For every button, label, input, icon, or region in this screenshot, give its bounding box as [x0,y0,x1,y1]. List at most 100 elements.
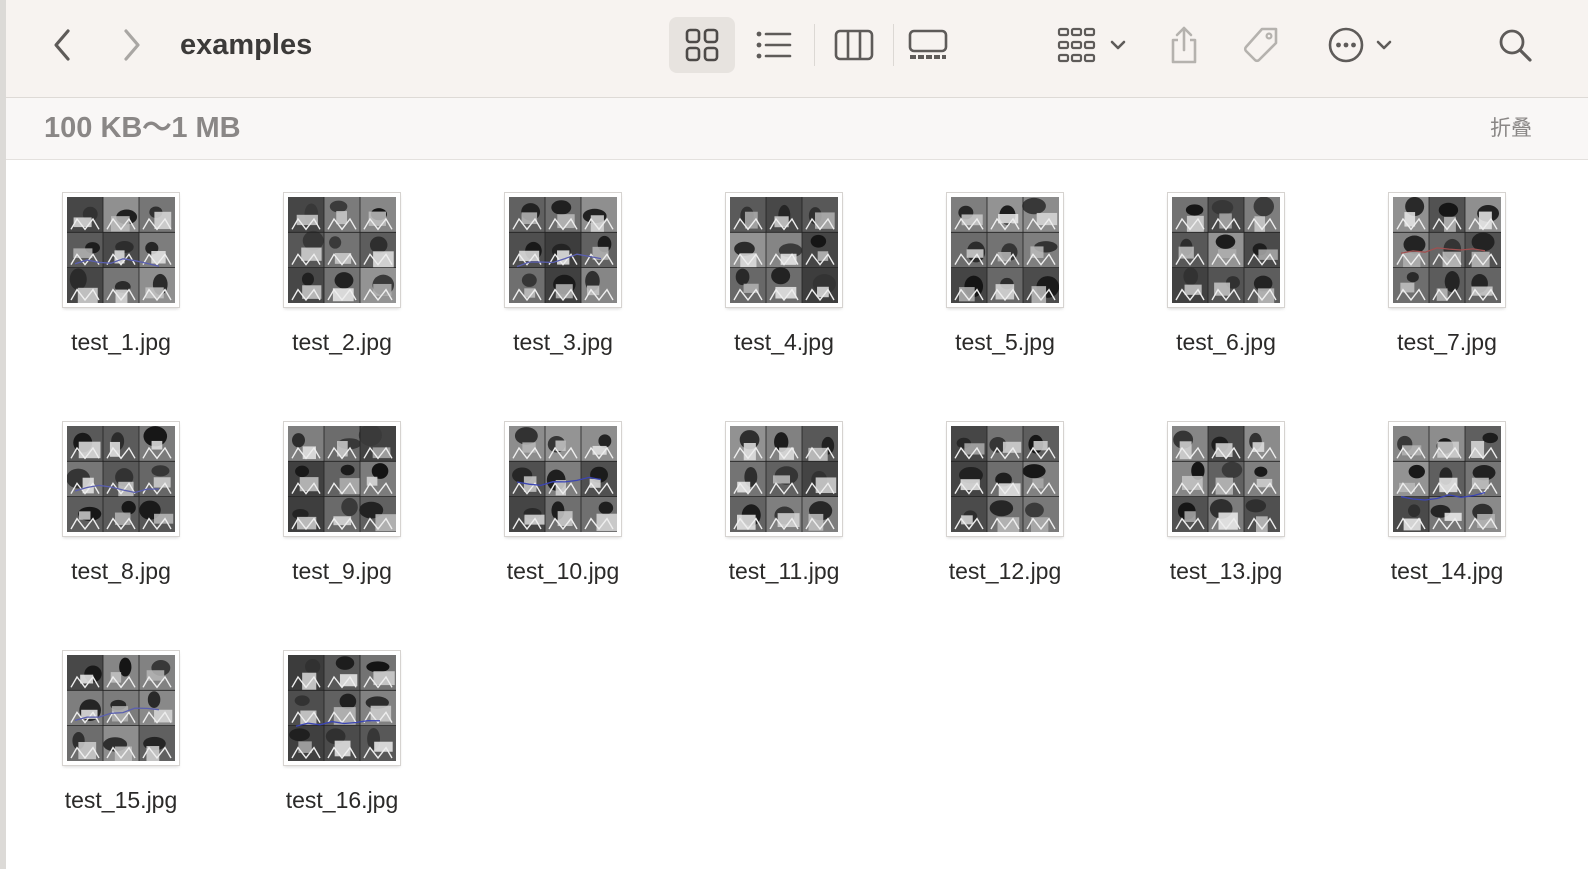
chevron-down-icon [1376,40,1392,50]
file-name-label[interactable]: test_2.jpg [242,328,442,356]
file-item[interactable]: test_7.jpg [1347,160,1547,360]
file-thumbnail[interactable] [284,651,400,765]
file-item[interactable]: test_12.jpg [905,389,1105,589]
file-thumbnail[interactable] [63,422,179,536]
file-thumbnail[interactable] [1389,422,1505,536]
more-actions-button[interactable] [1320,22,1400,68]
thumbnail-image [288,197,396,303]
thumbnail-content [288,197,396,303]
tag-button[interactable] [1238,22,1284,68]
file-item[interactable]: test_6.jpg [1126,160,1326,360]
column-view-button[interactable] [828,22,880,68]
file-thumbnail[interactable] [63,651,179,765]
thumbnail-content [951,426,1059,532]
file-name-label[interactable]: test_3.jpg [463,328,663,356]
file-item[interactable]: test_4.jpg [684,160,884,360]
file-name-label[interactable]: test_8.jpg [21,557,221,585]
file-item[interactable]: test_2.jpg [242,160,442,360]
collapse-button[interactable]: 折叠 [1490,115,1532,141]
file-thumbnail[interactable] [1168,193,1284,307]
file-name-label[interactable]: test_11.jpg [684,557,884,585]
file-thumbnail[interactable] [284,193,400,307]
thumbnail-image [67,426,175,532]
file-thumbnail[interactable] [505,422,621,536]
thumbnail-image [67,655,175,761]
thumbnail-image [730,197,838,303]
group-by-button[interactable] [1050,22,1134,68]
thumbnail-content [67,655,175,761]
file-thumbnail[interactable] [1389,193,1505,307]
chevron-down-icon [1110,40,1126,50]
file-item[interactable]: test_1.jpg [21,160,221,360]
forward-button[interactable] [112,24,152,66]
list-view-button[interactable] [748,22,800,68]
thumbnail-image [1393,426,1501,532]
file-name-label[interactable]: test_14.jpg [1347,557,1547,585]
file-name-label[interactable]: test_13.jpg [1126,557,1326,585]
toolbar-separator [893,24,894,66]
file-name-label[interactable]: test_10.jpg [463,557,663,585]
file-name-label[interactable]: test_9.jpg [242,557,442,585]
thumbnail-image [509,426,617,532]
thumbnail-image [1172,197,1280,303]
thumbnail-content [1172,426,1280,532]
file-thumbnail[interactable] [284,422,400,536]
file-thumbnail[interactable] [947,422,1063,536]
share-icon [1171,26,1197,64]
file-thumbnail[interactable] [726,193,842,307]
icon-view-button[interactable] [669,17,735,73]
file-item[interactable]: test_13.jpg [1126,389,1326,589]
file-item[interactable]: test_14.jpg [1347,389,1547,589]
thumbnail-content [951,197,1059,303]
thumbnail-content [1393,426,1501,532]
file-item[interactable]: test_8.jpg [21,389,221,589]
thumbnail-content [509,426,617,532]
thumbnail-content [67,197,175,303]
back-button[interactable] [42,24,82,66]
file-item[interactable]: test_9.jpg [242,389,442,589]
file-name-label[interactable]: test_15.jpg [21,786,221,814]
file-thumbnail[interactable] [505,193,621,307]
thumbnail-image [288,655,396,761]
share-button[interactable] [1162,20,1206,70]
thumbnail-image [288,426,396,532]
thumbnail-content [509,197,617,303]
file-name-label[interactable]: test_12.jpg [905,557,1105,585]
file-item[interactable]: test_3.jpg [463,160,663,360]
file-thumbnail[interactable] [63,193,179,307]
group-header: 100 KB～1 MB 折叠 [6,98,1588,160]
file-item[interactable]: test_10.jpg [463,389,663,589]
search-button[interactable] [1492,22,1538,68]
thumbnail-image [509,197,617,303]
ellipsis-circle-icon [1328,27,1364,63]
file-item[interactable]: test_5.jpg [905,160,1105,360]
thumbnail-content [1393,197,1501,303]
thumbnail-image [730,426,838,532]
file-name-label[interactable]: test_4.jpg [684,328,884,356]
toolbar-separator [814,24,815,66]
thumbnail-image [1172,426,1280,532]
list-view-icon [756,31,792,59]
thumbnail-content [730,426,838,532]
file-name-label[interactable]: test_5.jpg [905,328,1105,356]
window-title: examples [180,29,313,61]
thumbnail-content [1172,197,1280,303]
file-item[interactable]: test_11.jpg [684,389,884,589]
file-name-label[interactable]: test_6.jpg [1126,328,1326,356]
gallery-view-button[interactable] [902,22,954,68]
file-item[interactable]: test_15.jpg [21,618,221,818]
thumbnail-content [288,426,396,532]
file-thumbnail[interactable] [947,193,1063,307]
thumbnail-content [67,426,175,532]
file-thumbnail[interactable] [726,422,842,536]
file-item[interactable]: test_16.jpg [242,618,442,818]
thumbnail-image [951,426,1059,532]
chevron-right-icon [124,29,140,61]
gallery-view-icon [908,29,948,59]
file-name-label[interactable]: test_16.jpg [242,786,442,814]
thumbnail-image [67,197,175,303]
file-thumbnail[interactable] [1168,422,1284,536]
file-name-label[interactable]: test_1.jpg [21,328,221,356]
file-name-label[interactable]: test_7.jpg [1347,328,1547,356]
chevron-left-icon [54,29,70,61]
